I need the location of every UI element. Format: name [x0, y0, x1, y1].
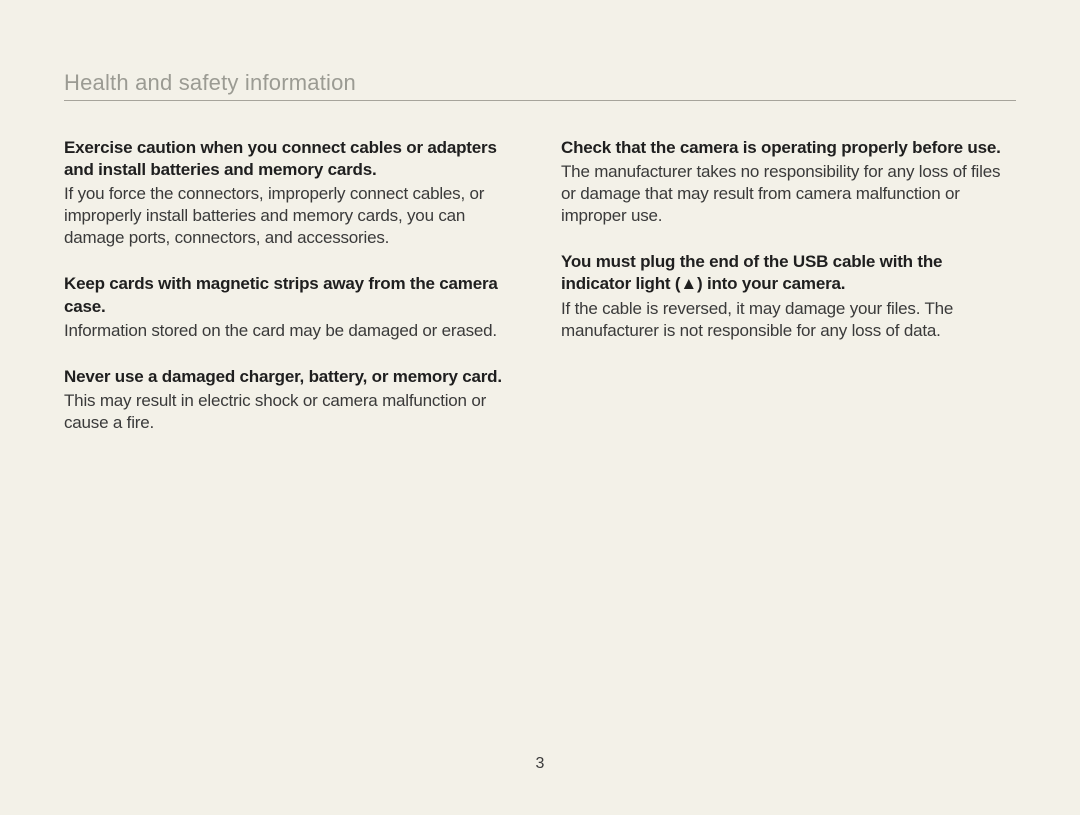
section-body: If the cable is reversed, it may damage … — [561, 298, 1016, 342]
section-heading: You must plug the end of the USB cable w… — [561, 251, 1016, 295]
section-damaged-charger: Never use a damaged charger, battery, or… — [64, 366, 519, 434]
section-heading: Check that the camera is operating prope… — [561, 137, 1016, 159]
section-body: If you force the connectors, improperly … — [64, 183, 519, 249]
section-body: Information stored on the card may be da… — [64, 320, 519, 342]
page-title: Health and safety information — [64, 70, 1016, 101]
section-heading: Exercise caution when you connect cables… — [64, 137, 519, 181]
document-page: Health and safety information Exercise c… — [0, 0, 1080, 815]
section-heading: Never use a damaged charger, battery, or… — [64, 366, 519, 388]
section-usb-cable: You must plug the end of the USB cable w… — [561, 251, 1016, 341]
section-magnetic-cards: Keep cards with magnetic strips away fro… — [64, 273, 519, 341]
section-body: The manufacturer takes no responsibility… — [561, 161, 1016, 227]
section-body: This may result in electric shock or cam… — [64, 390, 519, 434]
content-columns: Exercise caution when you connect cables… — [64, 137, 1016, 458]
left-column: Exercise caution when you connect cables… — [64, 137, 519, 458]
section-check-camera: Check that the camera is operating prope… — [561, 137, 1016, 227]
right-column: Check that the camera is operating prope… — [561, 137, 1016, 458]
section-connect-cables: Exercise caution when you connect cables… — [64, 137, 519, 249]
section-heading: Keep cards with magnetic strips away fro… — [64, 273, 519, 317]
page-number: 3 — [0, 755, 1080, 773]
